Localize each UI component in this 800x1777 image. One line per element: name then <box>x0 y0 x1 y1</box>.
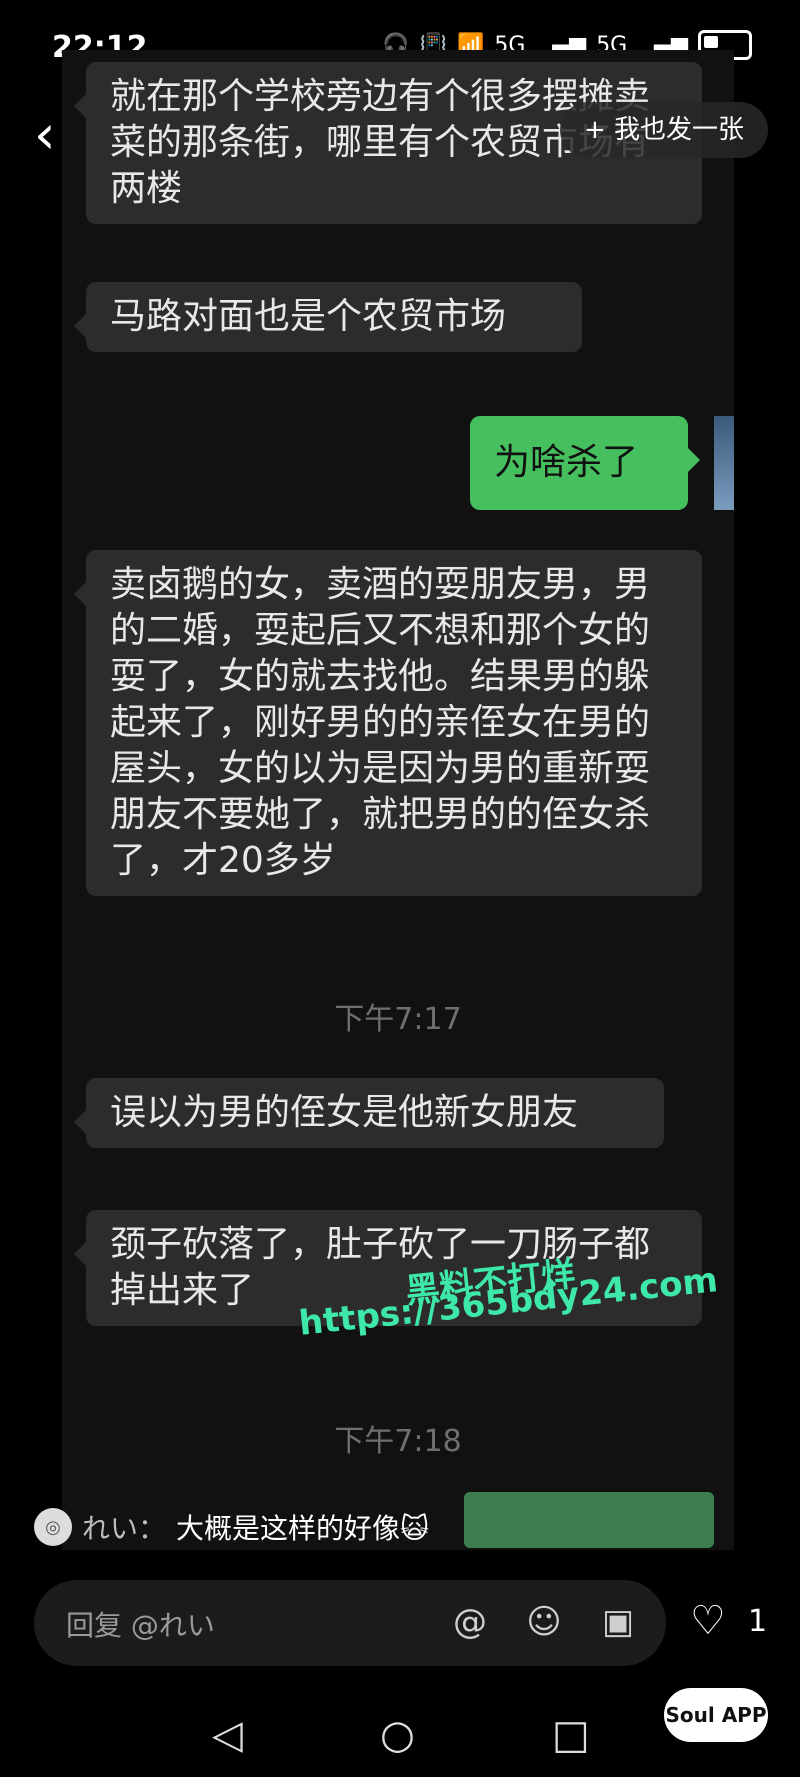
heart-icon[interactable]: ♡ <box>690 1598 726 1644</box>
post-also-button[interactable]: + 我也发一张 <box>560 102 769 158</box>
timestamp-2: 下午7:18 <box>334 1424 462 1459</box>
nav-home-icon[interactable]: ○ <box>380 1712 415 1758</box>
comment-row: ◎ れい： 大概是这样的好像🙀 <box>34 1505 429 1549</box>
back-chevron-icon[interactable]: ‹ <box>34 108 74 162</box>
like-count: 1 <box>748 1604 768 1639</box>
comment-text: 大概是这样的好像🙀 <box>176 1512 430 1545</box>
avatar[interactable]: ◎ <box>34 1508 72 1546</box>
comment-author: れい： <box>82 1512 167 1545</box>
message-bubble-5: 误以为男的侄女是他新女朋友 <box>74 1078 664 1148</box>
timestamp-1: 下午7:17 <box>334 1002 462 1037</box>
soul-app-logo: Soul APP <box>664 1688 768 1742</box>
reply-placeholder: 回复 @れい <box>66 1609 215 1642</box>
message-bubble-4: 卖卤鹅的女，卖酒的耍朋友男，男的二婚，耍起后又不想和那个女的耍了，女的就去找他。… <box>74 550 702 896</box>
message-bubble-2: 马路对面也是个农贸市场 <box>74 282 582 352</box>
message-bubble-3: 为啥杀了 <box>470 416 700 510</box>
mention-icon[interactable]: @ <box>448 1600 492 1644</box>
nav-back-icon[interactable]: ◁ <box>212 1712 243 1758</box>
emoji-icon[interactable]: ☺ <box>522 1600 566 1644</box>
nav-recents-icon[interactable]: □ <box>552 1712 590 1758</box>
image-icon[interactable]: ▣ <box>596 1600 640 1644</box>
image-thumbnail[interactable] <box>464 1492 714 1548</box>
avatar-thumbnail <box>714 416 734 510</box>
reply-input[interactable]: 回复 @れい @ ☺ ▣ <box>34 1580 666 1666</box>
